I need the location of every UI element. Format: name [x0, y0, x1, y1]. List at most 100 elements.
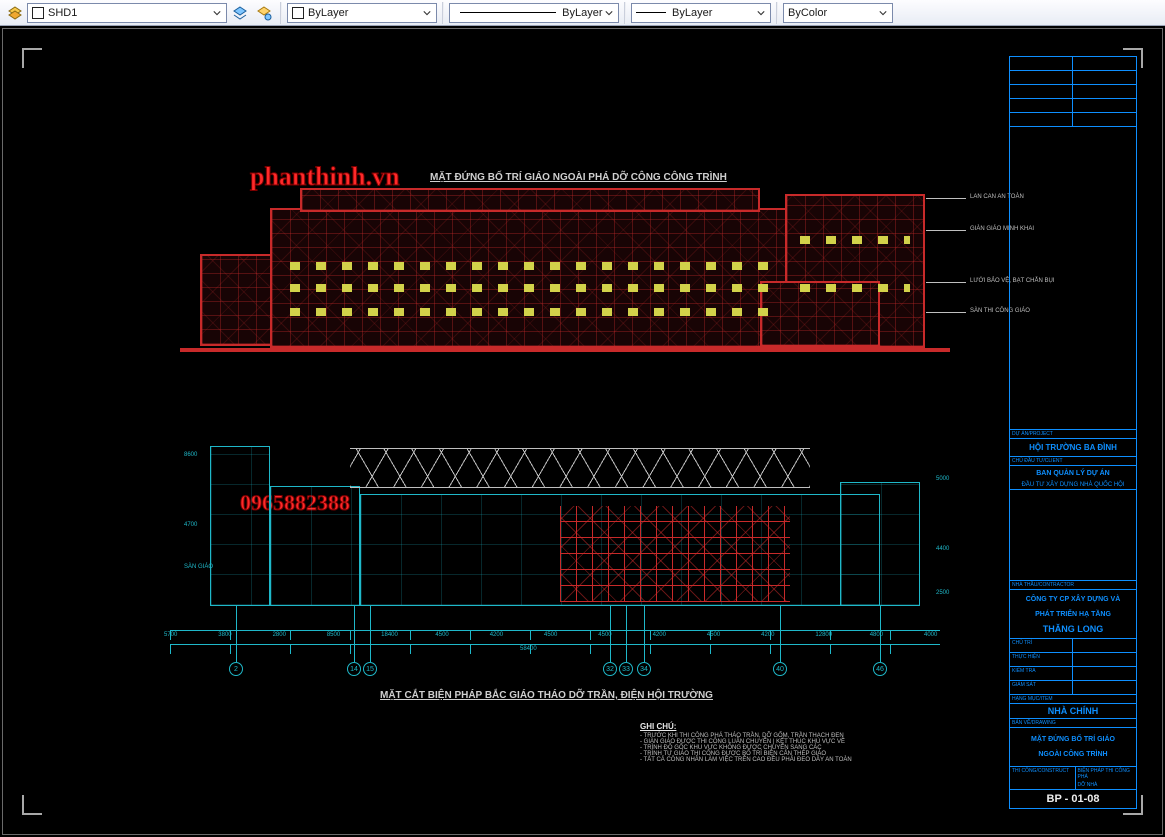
- grid-bubble: 40: [773, 662, 787, 676]
- window-row: [800, 236, 910, 244]
- stage-2: DỠ NHÀ: [1076, 781, 1137, 789]
- elevation-block: [300, 188, 760, 212]
- grid-bubble: 34: [637, 662, 651, 676]
- notes-line: - TẤT CẢ CÔNG NHÂN LÀM VIỆC TRÊN CAO ĐỀU…: [640, 757, 1000, 763]
- grid-bubble: 2: [229, 662, 243, 676]
- client-sub: ĐẦU TƯ XÂY DỰNG NHÀ QUỐC HỘI: [1010, 481, 1136, 489]
- contractor-3: THĂNG LONG: [1010, 622, 1136, 636]
- level-label: 4700: [184, 522, 197, 528]
- grid-bubble: 32: [603, 662, 617, 676]
- dimension-text: 4500: [544, 632, 557, 638]
- sheet-left: THI CÔNG/CONSTRUCT: [1010, 767, 1076, 789]
- level-label: 4400: [936, 546, 949, 552]
- frame-corner-icon: [22, 795, 42, 815]
- level-label: 2500: [936, 590, 949, 596]
- project-name: HỘI TRƯỜNG BA ĐÌNH: [1010, 439, 1136, 457]
- contractor-1: CÔNG TY CP XÂY DỰNG VÀ: [1010, 592, 1136, 607]
- linetype-preview: [460, 12, 556, 13]
- toolbar-separator: [442, 2, 444, 24]
- dimension-span: 58400: [520, 646, 537, 652]
- layer-name: SHD1: [48, 7, 210, 19]
- lineweight-preview: [636, 12, 666, 13]
- level-label: 8600: [184, 452, 197, 458]
- client-name: BAN QUẢN LÝ DỰ ÁN: [1010, 466, 1136, 481]
- color-dropdown[interactable]: ByLayer: [287, 3, 437, 23]
- dimension-text: 4500: [707, 632, 720, 638]
- dimension-row: [170, 644, 940, 654]
- grid-line: [626, 606, 627, 662]
- grid-line: [236, 606, 237, 662]
- grid-bubble: 33: [619, 662, 633, 676]
- titleblock: DỰ ÁN/PROJECT HỘI TRƯỜNG BA ĐÌNH CHỦ ĐẦU…: [1009, 56, 1137, 809]
- section-title: MẶT CẮT BIỆN PHÁP BẮC GIÁO THÁO DỠ TRẦN,…: [380, 690, 713, 701]
- dimension-text: 4200: [653, 632, 666, 638]
- project-label: DỰ ÁN/PROJECT: [1010, 430, 1136, 439]
- dimension-text: 12800: [815, 632, 832, 638]
- toolbar-separator: [280, 2, 282, 24]
- layer-properties-button[interactable]: [253, 2, 275, 24]
- drawing-label: BẢN VẼ/DRAWING: [1010, 719, 1136, 728]
- ground-line: [180, 348, 950, 352]
- dimension-text: 4500: [435, 632, 448, 638]
- linetype-value: ByLayer: [562, 7, 602, 19]
- grid-bubble: 14: [347, 662, 361, 676]
- model-viewport[interactable]: MẶT ĐỨNG BỐ TRÍ GIÁO NGOÀI PHÁ DỠ CÔNG C…: [0, 26, 1165, 837]
- dimension-text: 3800: [218, 632, 231, 638]
- interior-scaffold: [560, 506, 790, 602]
- make-layer-current-button[interactable]: [229, 2, 251, 24]
- revision-grid: [1010, 57, 1136, 127]
- dimension-text: 4000: [924, 632, 937, 638]
- stage-1: BIỆN PHÁP THI CÔNG PHÁ: [1076, 767, 1137, 781]
- callout-leader: [926, 282, 966, 283]
- dimension-text: 2800: [273, 632, 286, 638]
- sheet-number: BP - 01-08: [1010, 790, 1136, 808]
- dimension-text: 8500: [327, 632, 340, 638]
- client-label: CHỦ ĐẦU TƯ/CLIENT: [1010, 457, 1136, 466]
- chevron-down-icon: [876, 9, 890, 17]
- dimension-text: 5700: [164, 632, 177, 638]
- section-block: [270, 486, 360, 606]
- grid-line: [354, 606, 355, 662]
- layer-color-swatch: [32, 7, 44, 19]
- dimension-text: 4200: [490, 632, 503, 638]
- color-swatch: [292, 7, 304, 19]
- chevron-down-icon: [210, 9, 224, 17]
- window-row: [290, 284, 770, 292]
- plotstyle-dropdown[interactable]: ByColor: [783, 3, 893, 23]
- layer-dropdown[interactable]: SHD1: [27, 3, 227, 23]
- window-row: [290, 308, 770, 316]
- grid-line: [610, 606, 611, 662]
- grid-bubble: 46: [873, 662, 887, 676]
- grid-line: [880, 606, 881, 662]
- lineweight-dropdown[interactable]: ByLayer: [631, 3, 771, 23]
- dimension-text: 18400: [381, 632, 398, 638]
- dimension-text: 4800: [870, 632, 883, 638]
- contractor-label: NHÀ THẦU/CONTRACTOR: [1010, 581, 1136, 590]
- signer-grid: CHỦ TRÌ THỰC HIỆN KIỂM TRA GIÁM SÁT: [1010, 639, 1136, 695]
- properties-toolbar: SHD1 ByLayer ByLayer: [0, 0, 1165, 26]
- chevron-down-icon: [420, 9, 434, 17]
- chevron-down-icon: [754, 9, 768, 17]
- roof-truss: [350, 448, 810, 488]
- notes-block: GHI CHÚ: - TRƯỚC KHI THI CÔNG PHÁ THÁO T…: [640, 722, 1000, 763]
- drawing-title-1: MẶT ĐỨNG BỐ TRÍ GIÁO: [1010, 732, 1136, 747]
- contractor-2: PHÁT TRIỂN HẠ TẦNG: [1010, 607, 1136, 622]
- level-label: 5000: [936, 476, 949, 482]
- grid-bubble: 15: [363, 662, 377, 676]
- notes-title: GHI CHÚ:: [640, 722, 1000, 731]
- elevation-block: [270, 208, 790, 348]
- section-block: [840, 482, 920, 606]
- callout-leader: [926, 230, 966, 231]
- drawing-title-2: NGOÀI CÔNG TRÌNH: [1010, 747, 1136, 762]
- drawing-canvas: MẶT ĐỨNG BỐ TRÍ GIÁO NGOÀI PHÁ DỠ CÔNG C…: [140, 86, 1020, 806]
- building-label: HẠNG MỤC/ITEM: [1010, 695, 1136, 704]
- grid-line: [644, 606, 645, 662]
- level-label: SÀN GIÁO: [184, 564, 213, 570]
- frame-corner-icon: [22, 48, 42, 68]
- toolbar-separator: [624, 2, 626, 24]
- window-row: [800, 284, 910, 292]
- callout-leader: [926, 312, 966, 313]
- linetype-dropdown[interactable]: ByLayer: [449, 3, 619, 23]
- layers-stack-icon: [7, 5, 23, 21]
- section-block: [210, 446, 270, 606]
